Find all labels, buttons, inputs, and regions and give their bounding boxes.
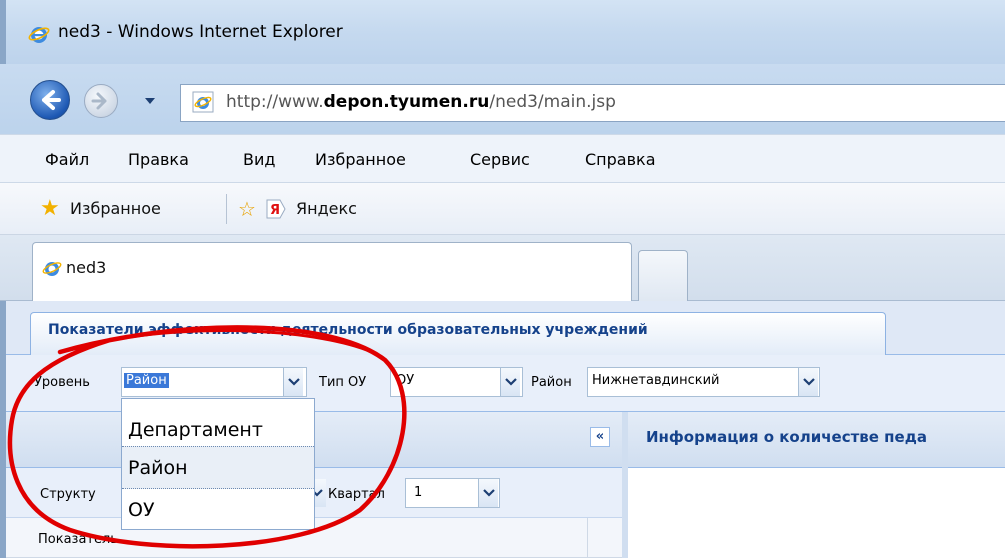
menu-favorites[interactable]: Избранное <box>315 150 406 169</box>
info-panel-body <box>628 468 1005 558</box>
favorites-star-icon[interactable]: ★ <box>40 198 60 220</box>
add-to-favorites-icon[interactable]: ☆ <box>238 198 256 220</box>
yandex-icon: Я <box>266 199 286 219</box>
quarter-combo-trigger[interactable] <box>478 479 498 507</box>
back-arrow-icon <box>42 90 61 110</box>
recent-pages-dropdown-icon[interactable] <box>142 95 158 107</box>
tab-ie-icon <box>42 262 62 276</box>
url-path: /ned3/main.jsp <box>489 92 616 112</box>
level-combo-value: Район <box>124 373 169 388</box>
page-ie-icon <box>192 91 214 113</box>
level-option-district[interactable]: Район <box>122 446 314 489</box>
favorites-separator <box>226 194 227 224</box>
new-tab-button[interactable] <box>638 250 688 301</box>
type-combo-trigger[interactable] <box>500 368 520 396</box>
app-tab-label: Показатели эффективности деятельности об… <box>48 322 648 338</box>
district-combo-trigger[interactable] <box>798 368 818 396</box>
level-combo-trigger[interactable] <box>283 368 303 396</box>
forward-button[interactable] <box>84 84 118 118</box>
district-combo-value: Нижнетавдинский <box>592 373 720 388</box>
chevron-down-icon <box>288 378 300 386</box>
chevron-down-icon <box>803 378 815 386</box>
menu-edit[interactable]: Правка <box>128 150 189 169</box>
collapse-panel-button[interactable]: « <box>590 427 610 447</box>
type-combo-value: ОУ <box>396 373 415 388</box>
column-separator[interactable] <box>587 518 588 558</box>
browser-tab-ned3[interactable] <box>32 242 632 301</box>
back-button[interactable] <box>30 80 70 120</box>
district-label: Район <box>531 375 572 390</box>
level-option-ou[interactable]: ОУ <box>122 489 314 532</box>
url-domain: depon.tyumen.ru <box>323 92 490 112</box>
type-label: Тип ОУ <box>319 375 367 390</box>
level-selected-text: Район <box>124 373 169 388</box>
quarter-combo-value: 1 <box>414 485 423 500</box>
column-header-indicator[interactable]: Показатель <box>38 532 118 547</box>
menu-tools[interactable]: Сервис <box>470 150 530 169</box>
internet-explorer-icon <box>28 27 50 43</box>
structure-label: Структу <box>40 487 96 502</box>
browser-tab-label: ned3 <box>66 258 107 277</box>
menu-view[interactable]: Вид <box>243 150 275 169</box>
svg-text:Я: Я <box>270 203 280 218</box>
yandex-link[interactable]: Яндекс <box>296 199 357 218</box>
panel-title: Информация о количестве педа <box>646 428 927 446</box>
chevron-down-icon <box>505 378 517 386</box>
level-label: Уровень <box>34 375 90 390</box>
menu-help[interactable]: Справка <box>585 150 656 169</box>
quarter-label: Квартал <box>328 487 385 502</box>
address-url: http://www.depon.tyumen.ru/ned3/main.jsp <box>226 92 616 112</box>
window-title: ned3 - Windows Internet Explorer <box>58 22 343 42</box>
forward-arrow-icon <box>91 92 107 110</box>
url-prefix: http://www. <box>226 92 324 112</box>
favorites-button-label[interactable]: Избранное <box>70 199 161 218</box>
menu-file[interactable]: Файл <box>45 150 89 169</box>
chevron-down-icon <box>483 489 495 497</box>
